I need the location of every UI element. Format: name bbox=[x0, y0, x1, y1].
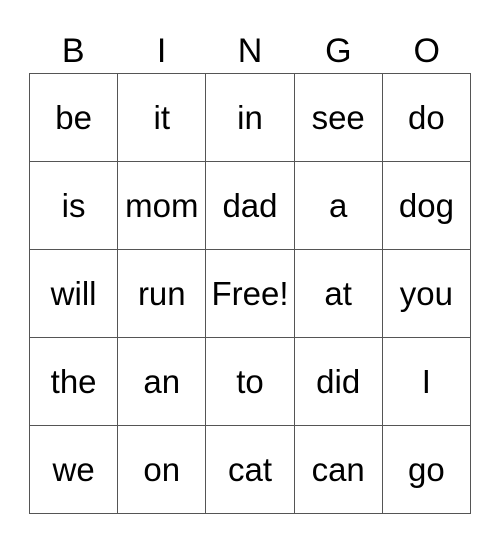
bingo-cell[interactable]: in bbox=[206, 74, 295, 162]
bingo-cell[interactable]: cat bbox=[206, 426, 295, 514]
header-letter: N bbox=[237, 32, 263, 70]
bingo-cell[interactable]: the bbox=[30, 338, 119, 426]
bingo-cell[interactable]: see bbox=[294, 74, 383, 162]
bingo-cell[interactable]: mom bbox=[118, 162, 207, 250]
bingo-cell[interactable]: to bbox=[206, 338, 295, 426]
bingo-cell[interactable]: be bbox=[30, 74, 119, 162]
bingo-cell[interactable]: did bbox=[294, 338, 383, 426]
free-space-cell[interactable]: Free! bbox=[206, 250, 295, 338]
header-letter: I bbox=[156, 32, 167, 70]
bingo-header: B I N G O bbox=[29, 30, 471, 72]
bingo-cell[interactable]: is bbox=[30, 162, 119, 250]
bingo-cell[interactable]: can bbox=[294, 426, 383, 514]
bingo-cell[interactable]: will bbox=[30, 250, 119, 338]
bingo-cell[interactable]: it bbox=[118, 74, 207, 162]
bingo-cell[interactable]: go bbox=[382, 426, 471, 514]
bingo-cell[interactable]: we bbox=[30, 426, 119, 514]
bingo-cell[interactable]: dog bbox=[382, 162, 471, 250]
bingo-cell[interactable]: you bbox=[382, 250, 471, 338]
bingo-cell[interactable]: an bbox=[118, 338, 207, 426]
bingo-card-grid: be it in see do is mom dad a dog will ru… bbox=[29, 73, 471, 514]
header-letter: O bbox=[413, 32, 440, 70]
header-letter: G bbox=[325, 32, 352, 70]
bingo-cell[interactable]: on bbox=[118, 426, 207, 514]
bingo-cell[interactable]: run bbox=[118, 250, 207, 338]
bingo-cell[interactable]: I bbox=[382, 338, 471, 426]
bingo-cell[interactable]: dad bbox=[206, 162, 295, 250]
header-letter: B bbox=[61, 32, 85, 70]
bingo-cell[interactable]: a bbox=[294, 162, 383, 250]
bingo-cell[interactable]: do bbox=[382, 74, 471, 162]
bingo-cell[interactable]: at bbox=[294, 250, 383, 338]
